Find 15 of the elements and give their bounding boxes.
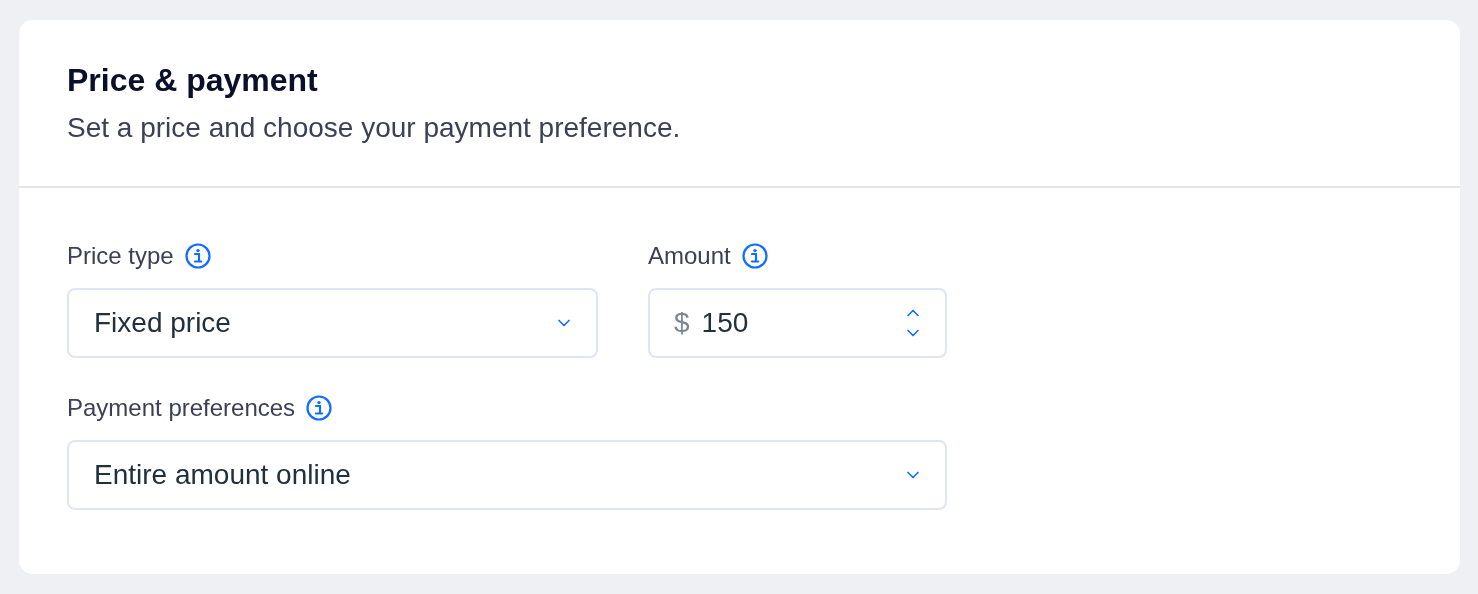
dropdown-value: Fixed price: [94, 306, 232, 340]
number-field[interactable]: $ 150: [648, 288, 947, 358]
dropdown-value: Entire amount online: [94, 458, 352, 492]
amount-value: 150: [701, 306, 750, 340]
card-subtitle: Set a price and choose your payment preference.: [67, 111, 682, 145]
info-icon[interactable]: [183, 242, 212, 270]
info-icon[interactable]: [305, 394, 334, 422]
dropdown[interactable]: Fixed price: [67, 288, 598, 358]
field-label: Amount: [648, 241, 731, 271]
field-label: Payment preferences: [67, 393, 296, 423]
dropdown[interactable]: Entire amount online: [67, 440, 947, 510]
field-label: Price type: [67, 241, 174, 271]
info-icon[interactable]: [740, 242, 769, 270]
card-title: Price & payment: [67, 61, 319, 100]
currency-symbol: $: [674, 306, 690, 340]
